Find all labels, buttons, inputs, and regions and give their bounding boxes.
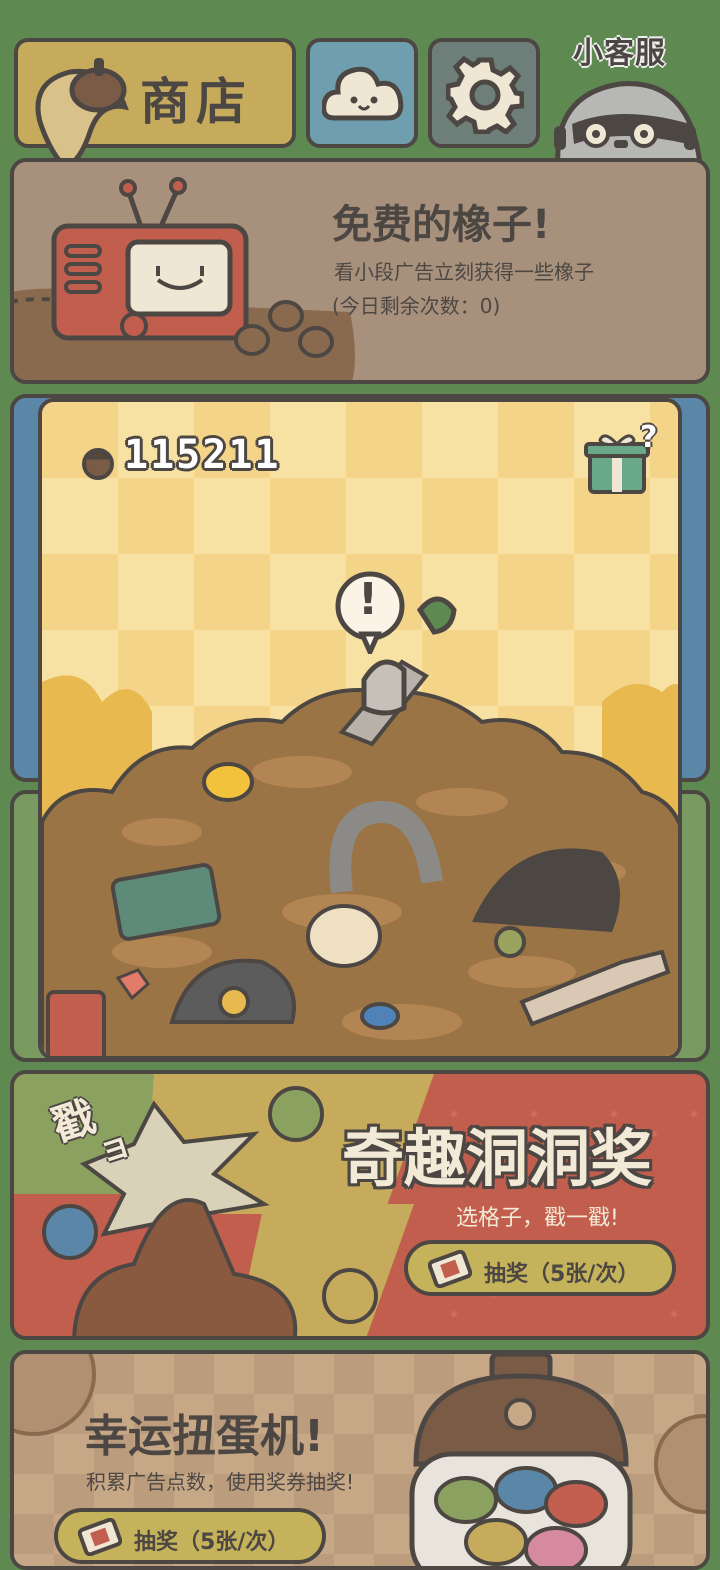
gacha-draw-label: 抽奖（5张/次） — [134, 1530, 290, 1555]
acorn-count: 115211 — [124, 432, 281, 478]
lottery-panel[interactable]: 戳 ョ 奇趣洞洞奖 选格子，戳一戳! 抽奖（5张/次） — [10, 1070, 710, 1340]
dig-card[interactable]: 115211 ? ! — [38, 398, 682, 1060]
acorn-icon — [82, 448, 114, 480]
customer-service-label: 小客服 — [573, 36, 666, 71]
shop-button[interactable]: 商店 — [14, 38, 296, 170]
dig-shovel-button[interactable]: ! — [332, 570, 462, 720]
lottery-subtitle: 选格子，戳一戳! — [456, 1206, 619, 1231]
free-acorns-description: 看小段广告立刻获得一些橡子 — [334, 260, 594, 284]
free-acorns-panel[interactable]: 免费的橡子! 看小段广告立刻获得一些橡子 (今日剩余次数：0) — [10, 158, 710, 384]
gear-icon — [446, 56, 524, 134]
gacha-panel[interactable]: 幸运扭蛋机! 积累广告点数，使用奖券抽奖! 抽奖（5张/次） — [10, 1350, 710, 1570]
gacha-subtitle: 积累广告点数，使用奖券抽奖! — [86, 1470, 355, 1494]
lottery-title: 奇趣洞洞奖 — [342, 1122, 653, 1195]
ticket-icon — [78, 1518, 122, 1556]
ticket-icon — [428, 1250, 472, 1288]
acorn-shop-icon — [35, 58, 129, 170]
free-acorns-title: 免费的橡子! — [332, 202, 551, 248]
gacha-machine-icon — [409, 1354, 633, 1566]
lottery-draw-label: 抽奖（5张/次） — [484, 1262, 640, 1287]
weather-button[interactable] — [306, 38, 418, 148]
gift-question-mark: ? — [640, 420, 658, 455]
customer-service-button[interactable]: 小客服 — [548, 28, 720, 164]
gacha-draw-button[interactable]: 抽奖（5张/次） — [54, 1508, 326, 1564]
alert-symbol: ! — [358, 574, 379, 625]
tv-mascot-icon — [51, 177, 249, 341]
raccoon-avatar-icon — [554, 81, 703, 164]
cloud-icon — [322, 66, 404, 121]
gacha-title: 幸运扭蛋机! — [84, 1411, 325, 1462]
free-acorns-remaining: (今日剩余次数：0) — [332, 294, 501, 318]
settings-button[interactable] — [428, 38, 540, 148]
lottery-draw-button[interactable]: 抽奖（5张/次） — [404, 1240, 676, 1296]
shop-label: 商店 — [140, 73, 252, 131]
mystery-gift-button[interactable]: ? — [584, 420, 664, 500]
